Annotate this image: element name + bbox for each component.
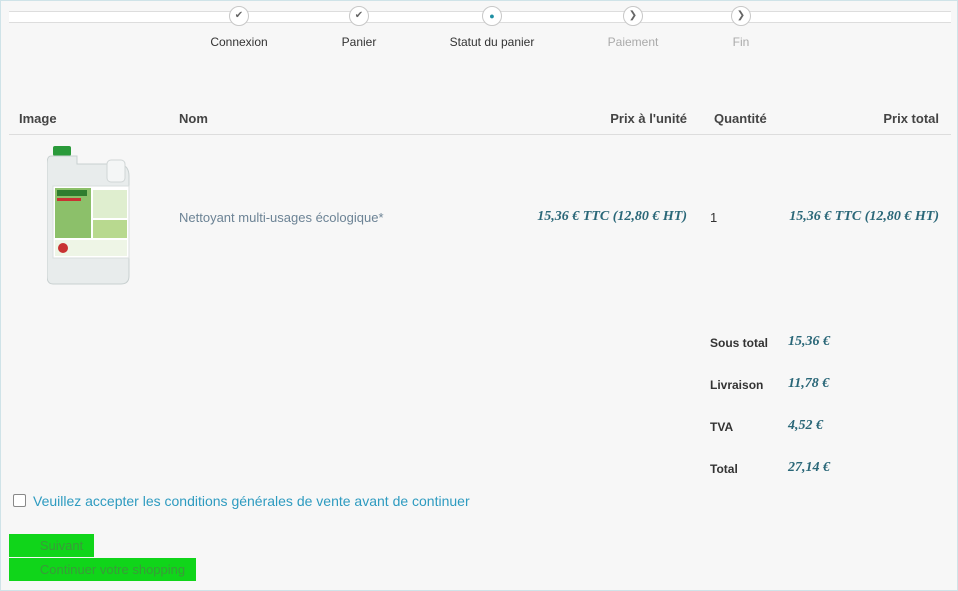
quantity-value: 1: [710, 210, 718, 225]
continue-shopping-button[interactable]: Continuer votre shopping: [9, 558, 196, 581]
step-statut-du-panier: ● Statut du panier: [432, 6, 552, 49]
column-header-total-price: Prix total: [883, 111, 939, 126]
line-total-price: 15,36 € TTC (12,80 € HT): [789, 209, 939, 224]
step-label: Fin: [732, 35, 750, 49]
column-header-quantity: Quantité: [714, 111, 767, 126]
column-header-image: Image: [19, 111, 57, 126]
header-divider: [9, 134, 951, 135]
product-image[interactable]: [46, 144, 135, 286]
shipping-label: Livraison: [710, 378, 764, 392]
step-panier[interactable]: ✔ Panier: [299, 6, 419, 49]
product-name-link[interactable]: Nettoyant multi-usages écologique*: [179, 210, 384, 225]
unit-price: 15,36 € TTC (12,80 € HT): [537, 209, 687, 224]
total-label: Total: [710, 462, 738, 476]
check-icon: ✔: [349, 6, 369, 26]
total-value: 27,14 €: [788, 460, 830, 475]
step-paiement: ❯ Paiement: [573, 6, 693, 49]
step-label: Connexion: [210, 35, 268, 49]
subtotal-label: Sous total: [710, 336, 769, 350]
step-fin: ❯ Fin: [681, 6, 801, 49]
column-header-name: Nom: [179, 111, 208, 126]
step-label: Statut du panier: [449, 35, 535, 49]
shipping-value: 11,78 €: [788, 376, 830, 391]
check-icon: ✔: [229, 6, 249, 26]
vat-value: 4,52 €: [788, 418, 823, 433]
subtotal-value: 15,36 €: [788, 334, 830, 349]
terms-label[interactable]: Veuillez accepter les conditions général…: [33, 493, 470, 509]
dot-icon: ●: [482, 6, 502, 26]
step-label: Paiement: [607, 35, 659, 49]
chevron-right-icon: ❯: [623, 6, 643, 26]
column-header-unit-price: Prix à l'unité: [610, 111, 687, 126]
step-connexion[interactable]: ✔ Connexion: [179, 6, 299, 49]
chevron-right-icon: ❯: [731, 6, 751, 26]
detergent-jug-image: [46, 146, 130, 285]
terms-checkbox[interactable]: [13, 494, 26, 507]
vat-label: TVA: [710, 420, 734, 434]
next-button[interactable]: Suivant: [9, 534, 94, 557]
step-label: Panier: [341, 35, 377, 49]
checkout-panel: ✔ Connexion ✔ Panier ● Statut du panier …: [0, 0, 958, 591]
